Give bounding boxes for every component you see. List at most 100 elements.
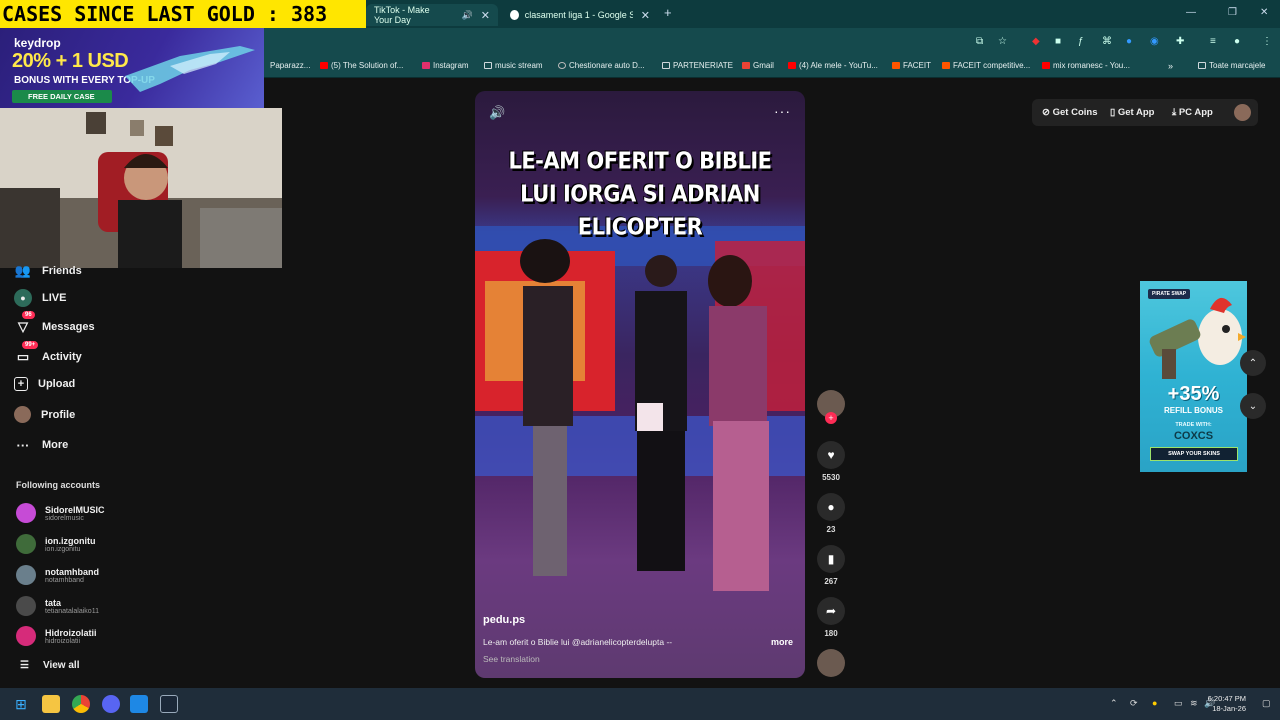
- like-button[interactable]: ♥ 5530: [815, 441, 847, 482]
- pc-app-button[interactable]: ⤓ PC App: [1172, 107, 1213, 118]
- tray-expand-icon[interactable]: ⌃: [1110, 698, 1118, 709]
- cast-icon[interactable]: ⧉: [976, 36, 983, 47]
- scroll-up-button[interactable]: ⌃: [1240, 350, 1266, 376]
- download-icon: ⤓: [1172, 107, 1177, 118]
- save-button[interactable]: ▮ 267: [815, 545, 847, 586]
- windows-start-icon[interactable]: ⊞: [12, 695, 30, 713]
- creator-avatar-button[interactable]: +: [815, 390, 847, 424]
- bookmark-item[interactable]: (5) The Solution of...: [320, 61, 403, 70]
- sound-avatar-button[interactable]: [815, 649, 847, 677]
- extension-icon[interactable]: ●: [1126, 36, 1132, 47]
- file-explorer-icon[interactable]: [42, 695, 60, 713]
- ad-percentage: +35%: [1167, 383, 1220, 405]
- follow-plus-icon[interactable]: +: [825, 412, 837, 424]
- pirateswap-ad[interactable]: PIRATE SWAP +35% REFILL BONUS TRADE WITH…: [1140, 281, 1247, 472]
- more-link[interactable]: more: [771, 637, 793, 647]
- profile-icon[interactable]: ●: [1234, 36, 1240, 47]
- tab-label: clasament liga 1 - Google Sear: [524, 10, 633, 20]
- volume-icon[interactable]: 🔊: [489, 105, 505, 121]
- view-all-button[interactable]: ☰ View all: [20, 660, 79, 671]
- tab-google[interactable]: clasament liga 1 - Google Sear ✕: [502, 4, 658, 26]
- bookmark-item[interactable]: Paparazz...: [270, 61, 310, 70]
- following-account[interactable]: Hidroizolatii hidroizolatii: [16, 626, 97, 646]
- video-player[interactable]: 🔊 ··· LE-AM OFERIT O BIBLIE LUI IORGA SI…: [475, 91, 805, 678]
- tray-icon[interactable]: ⟳: [1130, 698, 1138, 709]
- taskbar-clock[interactable]: 6:20:47 PM 18-Jan-26: [1208, 694, 1246, 714]
- extension-icon[interactable]: ■: [1055, 36, 1061, 47]
- sidebar-item-more[interactable]: ··· More: [14, 436, 69, 454]
- media-icon[interactable]: ≡: [1210, 36, 1216, 47]
- bookmark-item[interactable]: (4) Ale mele - YouTu...: [788, 61, 878, 70]
- youtube-icon: [788, 62, 796, 69]
- get-app-button[interactable]: ▯ Get App: [1110, 107, 1154, 118]
- maximize-icon[interactable]: ❐: [1228, 7, 1237, 18]
- following-account[interactable]: tata tetianatalalaiko11: [16, 596, 99, 616]
- mic-icon[interactable]: ●: [1152, 698, 1157, 708]
- steam-icon[interactable]: [160, 695, 178, 713]
- sidebar-item-profile[interactable]: Profile: [14, 406, 75, 423]
- bookmark-item[interactable]: FACEIT: [892, 61, 931, 70]
- puzzle-icon[interactable]: ✚: [1176, 36, 1184, 47]
- bookmark-item[interactable]: FACEIT competitive...: [942, 61, 1030, 70]
- minimize-icon[interactable]: —: [1186, 7, 1196, 18]
- faceit-icon: [942, 62, 950, 69]
- close-window-icon[interactable]: ✕: [1260, 7, 1268, 18]
- messages-badge: 96: [22, 311, 35, 319]
- more-options-icon[interactable]: ···: [774, 103, 791, 119]
- get-coins-button[interactable]: ⊘ Get Coins: [1042, 107, 1097, 118]
- extension-icon[interactable]: ⌘: [1102, 36, 1112, 47]
- video-author[interactable]: pedu.ps: [483, 614, 525, 626]
- following-account[interactable]: notamhband notamhband: [16, 565, 99, 585]
- menu-icon[interactable]: ⋮: [1262, 36, 1272, 47]
- webcam-overlay: [0, 108, 282, 268]
- bookmark-item[interactable]: Gmail: [742, 61, 774, 70]
- extension-icon[interactable]: ◉: [1150, 36, 1159, 47]
- share-button[interactable]: ➦ 180: [815, 597, 847, 638]
- bookmark-item[interactable]: mix romanesc - You...: [1042, 61, 1130, 70]
- bookmark-item[interactable]: PARTENERIATE: [662, 61, 733, 70]
- comment-button[interactable]: ● 23: [815, 493, 847, 534]
- app-icon[interactable]: [130, 695, 148, 713]
- video-description: Le-am oferit o Biblie lui @adrianelicopt…: [483, 637, 673, 647]
- youtube-icon: [320, 62, 328, 69]
- monitor-icon[interactable]: ▭: [1174, 698, 1183, 709]
- close-icon[interactable]: ✕: [481, 9, 490, 22]
- sidebar-item-live[interactable]: ● LIVE: [14, 289, 66, 307]
- bookmark-item[interactable]: Chestionare auto D...: [558, 61, 645, 70]
- gold-counter-banner: CASES SINCE LAST GOLD : 383: [0, 0, 366, 28]
- share-count: 180: [824, 629, 838, 638]
- like-count: 5530: [822, 473, 840, 482]
- notifications-icon[interactable]: ▢: [1262, 698, 1271, 709]
- sidebar-item-activity[interactable]: ▭ 99+ Activity: [14, 341, 82, 366]
- folder-icon: [484, 62, 492, 69]
- instagram-icon: [422, 62, 430, 69]
- following-account[interactable]: SidorelMUSIC sidorelmusic: [16, 503, 105, 523]
- bookmark-item[interactable]: Toate marcajele: [1198, 61, 1265, 70]
- avatar[interactable]: [1234, 104, 1251, 121]
- bookmarks-overflow-icon[interactable]: »: [1168, 61, 1173, 71]
- extension-icon[interactable]: ƒ: [1078, 36, 1084, 47]
- following-account[interactable]: ion.izgonitu ion.izgonitu: [16, 534, 95, 554]
- close-icon[interactable]: ✕: [641, 9, 650, 22]
- sidebar-item-friends[interactable]: 👥 Friends: [14, 262, 82, 280]
- network-icon[interactable]: ≋: [1190, 698, 1198, 709]
- tab-tiktok[interactable]: TikTok - Make Your Day 🔊 ✕: [366, 4, 498, 26]
- sidebar-item-upload[interactable]: + Upload: [14, 377, 75, 391]
- chrome-icon[interactable]: [72, 695, 90, 713]
- bookmark-item[interactable]: Instagram: [422, 61, 469, 70]
- upload-icon: +: [14, 377, 28, 391]
- keydrop-ad[interactable]: keydrop 20% + 1 USD BONUS WITH EVERY TOP…: [0, 28, 264, 108]
- windows-taskbar: ⊞ ⌃ ⟳ ● ▭ ≋ 🔊 6:20:47 PM 18-Jan-26 ▢: [0, 688, 1280, 720]
- speaker-icon[interactable]: 🔊: [462, 10, 473, 21]
- scroll-down-button[interactable]: ⌄: [1240, 393, 1266, 419]
- ad-cta-button[interactable]: SWAP YOUR SKINS: [1150, 447, 1238, 461]
- chevron-up-icon: ⌃: [1248, 357, 1258, 369]
- see-translation-link[interactable]: See translation: [483, 654, 540, 664]
- new-tab-button[interactable]: +: [664, 5, 672, 20]
- extension-icon[interactable]: ◆: [1032, 36, 1040, 47]
- bookmark-icon: ▮: [817, 545, 845, 573]
- star-icon[interactable]: ☆: [998, 36, 1007, 47]
- sidebar-item-messages[interactable]: ▽ 96 Messages: [14, 311, 95, 336]
- bookmark-item[interactable]: music stream: [484, 61, 543, 70]
- discord-icon[interactable]: [102, 695, 120, 713]
